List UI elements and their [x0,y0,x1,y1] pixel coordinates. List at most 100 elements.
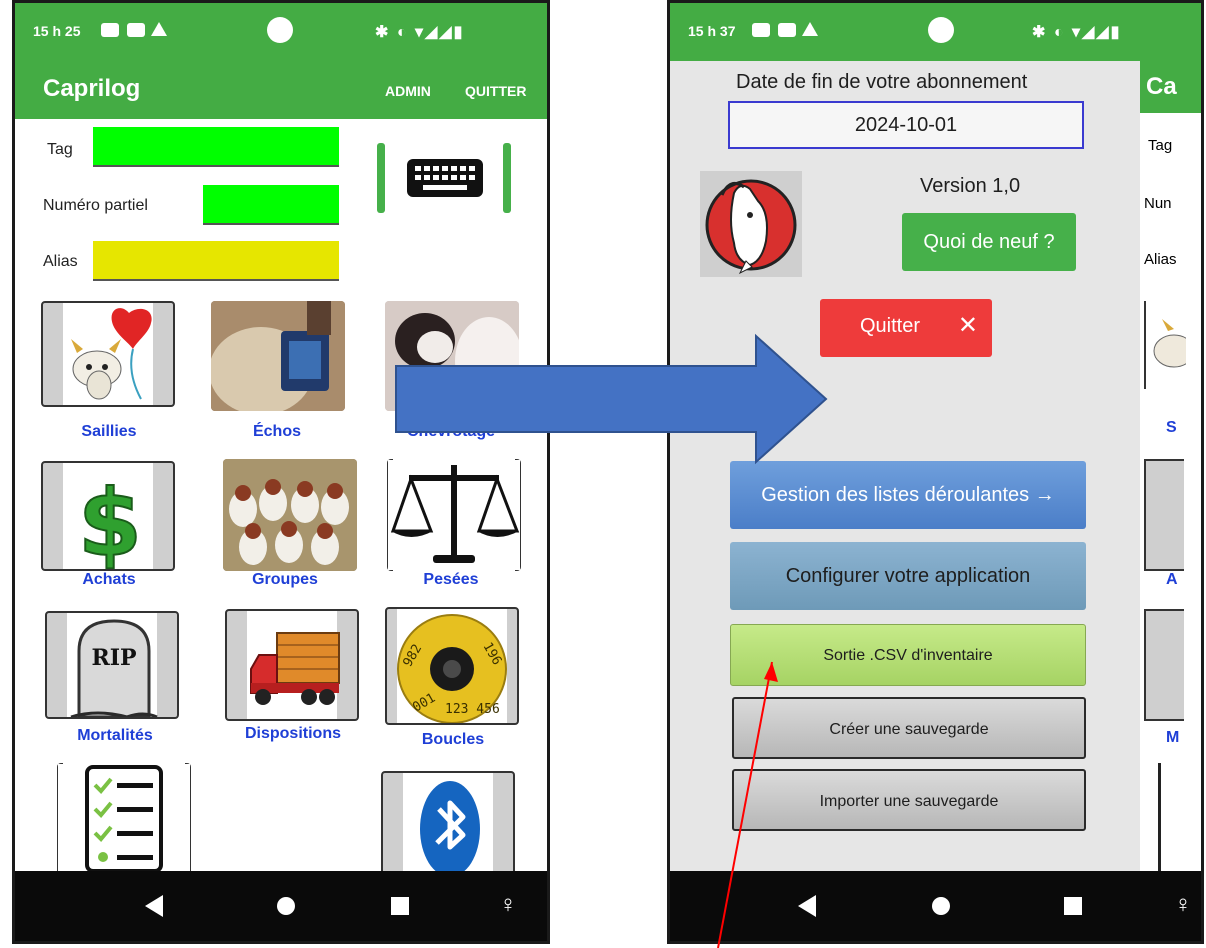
peek-alias-label: Alias [1144,251,1177,268]
dollar-icon: $ [77,469,143,569]
goat-herd-photo [223,459,357,571]
camera-cutout [267,17,293,43]
tile-boucles[interactable]: 982 001 123 456 196 [385,607,519,725]
alias-label: Alias [43,253,78,270]
tile-label-boucles[interactable]: Boucles [373,731,533,749]
scale-icon [387,459,521,571]
android-nav-bar: ♀ [15,871,547,941]
partial-number-input[interactable] [203,185,339,225]
goat-heart-icon [71,308,152,400]
back-icon[interactable] [798,895,816,917]
status-time: 15 h 25 [33,23,81,39]
tombstone-icon: RIP [70,619,158,717]
tile-bluetooth[interactable] [381,771,515,877]
notification-icon [778,23,796,37]
ultrasound-photo [211,301,345,411]
whats-new-button[interactable]: Quoi de neuf ? [902,213,1076,271]
checklist-icon [57,763,191,875]
tile-label-pesees[interactable]: Pesées [371,571,531,589]
peek-label-s: S [1166,419,1177,436]
peek-label-a: A [1166,571,1178,588]
accessibility-icon[interactable]: ♀ [1174,891,1192,919]
android-nav-bar: ♀ [670,871,1201,941]
tile-echos[interactable] [211,301,345,411]
keyboard-button-left-bar [377,143,385,213]
notification-icon [127,23,145,37]
tile-chevrotage[interactable] [385,301,519,411]
tile-groupes[interactable] [223,459,357,571]
keyboard-icon [407,159,483,197]
bluetooth-icon [420,781,480,875]
tile-achats-image: $ [63,463,153,569]
tile-label-dispositions[interactable]: Dispositions [213,725,373,743]
keyboard-button[interactable] [377,143,511,213]
ear-tag-icon: 982 001 123 456 196 [397,614,507,723]
peek-tile [1144,301,1195,389]
underlying-main-screen: Ca Tag Nun Alias S A M [1140,61,1201,871]
peek-title: Ca [1146,73,1177,100]
tile-dispositions[interactable] [225,609,359,721]
tag-input[interactable] [93,127,339,167]
tile-label-mortalites[interactable]: Mortalités [35,727,195,745]
tile-dispositions-image [247,611,340,719]
quit-button[interactable]: QUITTER [465,83,526,99]
peek-tile [1144,459,1184,571]
tile-saillies[interactable] [41,301,175,407]
phone-right-screen: 15 h 37 ✱ ◐ ▾◢◢▮ Date de fin de votre ab… [667,0,1204,944]
status-time: 15 h 37 [688,23,736,39]
app-title: Caprilog [43,75,141,102]
tile-label-groupes[interactable]: Groupes [205,571,365,589]
goat-icon [1153,319,1195,368]
partial-number-label: Numéro partiel [43,197,148,214]
home-icon[interactable] [277,897,295,915]
admin-panel: Date de fin de votre abonnement 2024-10-… [670,61,1140,871]
tile-label-chevrotage[interactable]: Chevrotage [371,423,531,441]
peek-tag-label: Tag [1148,137,1173,154]
configure-app-button[interactable]: Configurer votre application [730,542,1086,610]
tile-label-achats[interactable]: Achats [29,571,189,589]
export-csv-button[interactable]: Sortie .CSV d'inventaire [730,624,1086,686]
camera-cutout [928,17,954,43]
tile-achats[interactable]: $ [41,461,175,571]
subscription-date-field: 2024-10-01 [728,101,1084,149]
notification-icon [101,23,119,37]
home-icon[interactable] [932,897,950,915]
notification-icon [752,23,770,37]
accessibility-icon[interactable]: ♀ [499,891,517,919]
recents-icon[interactable] [391,897,409,915]
tile-boucles-image: 982 001 123 456 196 [397,609,507,723]
tile-checklist[interactable] [57,763,191,875]
version-text: Version 1,0 [920,175,1021,197]
admin-button[interactable]: ADMIN [385,83,431,99]
tile-bluetooth-image [403,773,493,875]
truck-icon [250,632,340,705]
tag-label: Tag [47,141,73,158]
tile-saillies-image [63,303,153,405]
back-icon[interactable] [145,895,163,917]
warning-icon [802,22,818,36]
peek-label-m: M [1166,729,1180,746]
warning-icon [151,22,167,36]
manage-lists-button[interactable]: Gestion des listes déroulantes → [730,461,1086,529]
tile-pesees[interactable] [387,459,521,571]
status-icons: ✱ ◐ ▾◢◢▮ [1032,24,1122,41]
goat-logo-icon [705,179,797,275]
quit-button[interactable]: Quitter ✕ [820,299,992,357]
keyboard-button-right-bar [503,143,511,213]
import-backup-button[interactable]: Importer une sauvegarde [732,769,1086,831]
kidding-photo [385,301,519,411]
alias-input[interactable] [93,241,339,281]
quit-button-label: Quitter [860,315,921,337]
tile-label-saillies[interactable]: Saillies [29,423,189,441]
goat-logo [700,171,802,277]
tile-mortalites[interactable]: RIP [45,611,179,719]
close-icon: ✕ [957,312,978,339]
status-icons: ✱ ◐ ▾◢◢▮ [375,24,465,41]
recents-icon[interactable] [1064,897,1082,915]
tile-label-echos[interactable]: Échos [197,423,357,441]
subscription-label: Date de fin de votre abonnement [736,71,1028,93]
peek-app-bar: Ca [1140,61,1201,113]
phone-left-screen: 15 h 25 ✱ ◐ ▾◢◢▮ Caprilog ADMIN QUITTER … [12,0,550,944]
status-bar: 15 h 37 ✱ ◐ ▾◢◢▮ [670,3,1201,61]
create-backup-button[interactable]: Créer une sauvegarde [732,697,1086,759]
